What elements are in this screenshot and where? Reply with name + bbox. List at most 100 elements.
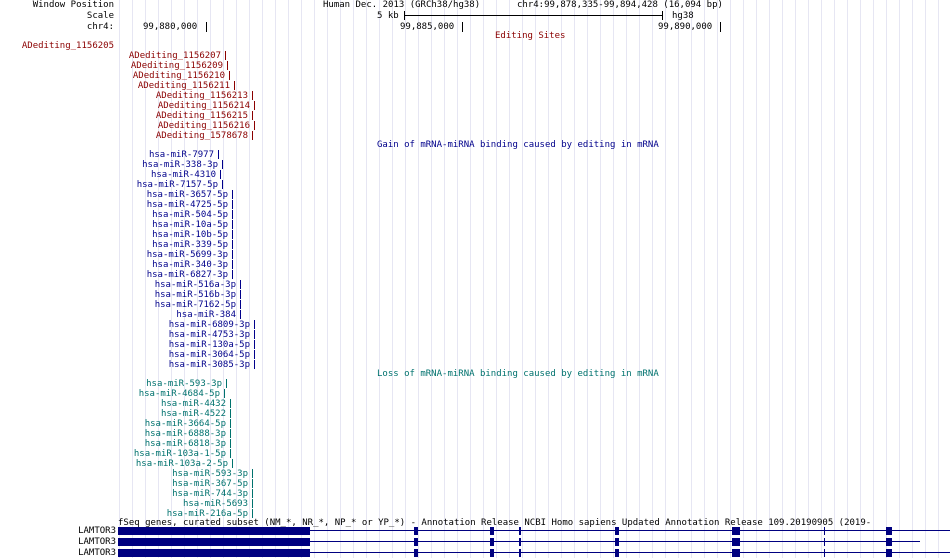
editing-item-mark[interactable] <box>254 121 255 130</box>
loss-item-label[interactable]: hsa-miR-744-3p <box>172 489 248 499</box>
gain-item-label[interactable]: hsa-miR-516b-3p <box>155 290 236 300</box>
gain-item-label[interactable]: hsa-miR-6809-3p <box>169 320 250 330</box>
loss-item-mark[interactable] <box>230 439 231 448</box>
editing-item-mark[interactable] <box>252 131 253 140</box>
loss-item-label[interactable]: hsa-miR-103a-2-5p <box>136 459 228 469</box>
editing-item-label[interactable]: ADediting_1156215 <box>156 111 248 121</box>
gene-exon[interactable] <box>490 538 494 546</box>
gain-item-label[interactable]: hsa-miR-384 <box>176 310 236 320</box>
gene-exon[interactable] <box>615 538 619 546</box>
loss-item-label[interactable]: hsa-miR-6818-3p <box>145 439 226 449</box>
gain-item-label[interactable]: hsa-miR-4725-5p <box>147 200 228 210</box>
gain-item-mark[interactable] <box>232 190 233 199</box>
gain-item-mark[interactable] <box>232 200 233 209</box>
loss-item-mark[interactable] <box>230 449 231 458</box>
gain-item-label[interactable]: hsa-miR-3085-3p <box>169 360 250 370</box>
gain-item-label[interactable]: hsa-miR-3657-5p <box>147 190 228 200</box>
loss-item-label[interactable]: hsa-miR-367-5p <box>172 479 248 489</box>
gain-item-label[interactable]: hsa-miR-338-3p <box>142 160 218 170</box>
gene-exon[interactable] <box>615 527 619 535</box>
loss-item-label[interactable]: hsa-miR-216a-5p <box>167 509 248 519</box>
editing-item-mark[interactable] <box>252 91 253 100</box>
editing-item-label[interactable]: ADediting_1156213 <box>156 91 248 101</box>
editing-item-label[interactable]: ADediting_1156210 <box>133 71 225 81</box>
gain-item-mark[interactable] <box>232 250 233 259</box>
loss-item-label[interactable]: hsa-miR-6888-3p <box>145 429 226 439</box>
gain-item-label[interactable]: hsa-miR-516a-3p <box>155 280 236 290</box>
gene-label-lamtor3[interactable]: LAMTOR3 <box>78 548 116 558</box>
loss-item-mark[interactable] <box>230 429 231 438</box>
gain-item-mark[interactable] <box>240 290 241 299</box>
loss-item-mark[interactable] <box>224 389 225 398</box>
gain-item-mark[interactable] <box>232 220 233 229</box>
gain-item-label[interactable]: hsa-miR-7162-5p <box>155 300 236 310</box>
gain-item-mark[interactable] <box>254 350 255 359</box>
gain-item-mark[interactable] <box>232 260 233 269</box>
gain-item-label[interactable]: hsa-miR-130a-5p <box>169 340 250 350</box>
gain-item-mark[interactable] <box>240 280 241 289</box>
gene-exon[interactable] <box>732 527 740 535</box>
loss-item-label[interactable]: hsa-miR-103a-1-5p <box>134 449 226 459</box>
loss-item-label[interactable]: hsa-miR-5693 <box>183 499 248 509</box>
gain-item-label[interactable]: hsa-miR-6827-3p <box>147 270 228 280</box>
gain-item-mark[interactable] <box>254 340 255 349</box>
gene-exon[interactable] <box>824 549 825 557</box>
editing-item-mark[interactable] <box>225 51 226 60</box>
loss-item-mark[interactable] <box>226 379 227 388</box>
loss-item-mark[interactable] <box>252 509 253 518</box>
loss-item-label[interactable]: hsa-miR-3664-5p <box>145 419 226 429</box>
editing-left-label[interactable]: ADediting_1156205 <box>22 41 114 51</box>
editing-item-mark[interactable] <box>234 81 235 90</box>
gene-exon[interactable] <box>886 527 892 535</box>
gene-exon[interactable] <box>414 527 418 535</box>
gain-item-mark[interactable] <box>232 210 233 219</box>
gain-item-mark[interactable] <box>222 160 223 169</box>
loss-item-label[interactable]: hsa-miR-4522 <box>161 409 226 419</box>
editing-item-mark[interactable] <box>229 71 230 80</box>
gain-item-mark[interactable] <box>218 150 219 159</box>
editing-item-label[interactable]: ADediting_1156211 <box>138 81 230 91</box>
loss-item-label[interactable]: hsa-miR-593-3p <box>172 469 248 479</box>
gain-item-label[interactable]: hsa-miR-340-3p <box>152 260 228 270</box>
gain-item-mark[interactable] <box>254 320 255 329</box>
gene-exon[interactable] <box>886 549 892 557</box>
gain-item-mark[interactable] <box>222 180 223 189</box>
loss-track-title[interactable]: Loss of mRNA-miRNA binding caused by edi… <box>377 369 659 379</box>
gene-exon[interactable] <box>490 549 494 557</box>
gene-exon[interactable] <box>118 549 310 557</box>
loss-item-label[interactable]: hsa-miR-4684-5p <box>139 389 220 399</box>
gain-item-mark[interactable] <box>220 170 221 179</box>
loss-item-mark[interactable] <box>232 459 233 468</box>
editing-item-label[interactable]: ADediting_1156207 <box>129 51 221 61</box>
gain-item-label[interactable]: hsa-miR-4310 <box>151 170 216 180</box>
editing-item-mark[interactable] <box>227 61 228 70</box>
editing-track-title[interactable]: Editing Sites <box>495 31 565 41</box>
loss-item-label[interactable]: hsa-miR-593-3p <box>146 379 222 389</box>
loss-item-mark[interactable] <box>252 469 253 478</box>
gene-exon[interactable] <box>824 527 825 535</box>
gene-exon[interactable] <box>490 527 494 535</box>
editing-item-label[interactable]: ADediting_1578678 <box>156 131 248 141</box>
gene-label-lamtor3[interactable]: LAMTOR3 <box>78 537 116 547</box>
gain-item-mark[interactable] <box>232 270 233 279</box>
editing-item-mark[interactable] <box>254 101 255 110</box>
loss-item-mark[interactable] <box>230 409 231 418</box>
gene-exon[interactable] <box>886 538 892 546</box>
gene-exon[interactable] <box>732 549 740 557</box>
gene-exon[interactable] <box>519 538 521 546</box>
gain-item-label[interactable]: hsa-miR-504-5p <box>152 210 228 220</box>
loss-item-label[interactable]: hsa-miR-4432 <box>161 399 226 409</box>
gain-item-label[interactable]: hsa-miR-7157-5p <box>137 180 218 190</box>
gain-item-label[interactable]: hsa-miR-339-5p <box>152 240 228 250</box>
gain-track-title[interactable]: Gain of mRNA-miRNA binding caused by edi… <box>377 140 659 150</box>
loss-item-mark[interactable] <box>230 419 231 428</box>
gain-item-label[interactable]: hsa-miR-4753-3p <box>169 330 250 340</box>
loss-item-mark[interactable] <box>230 399 231 408</box>
gene-exon[interactable] <box>414 538 418 546</box>
gain-item-label[interactable]: hsa-miR-10b-5p <box>152 230 228 240</box>
gain-item-mark[interactable] <box>240 310 241 319</box>
editing-item-mark[interactable] <box>252 111 253 120</box>
gain-item-label[interactable]: hsa-miR-7977 <box>149 150 214 160</box>
gain-item-mark[interactable] <box>232 240 233 249</box>
gene-exon[interactable] <box>732 538 740 546</box>
